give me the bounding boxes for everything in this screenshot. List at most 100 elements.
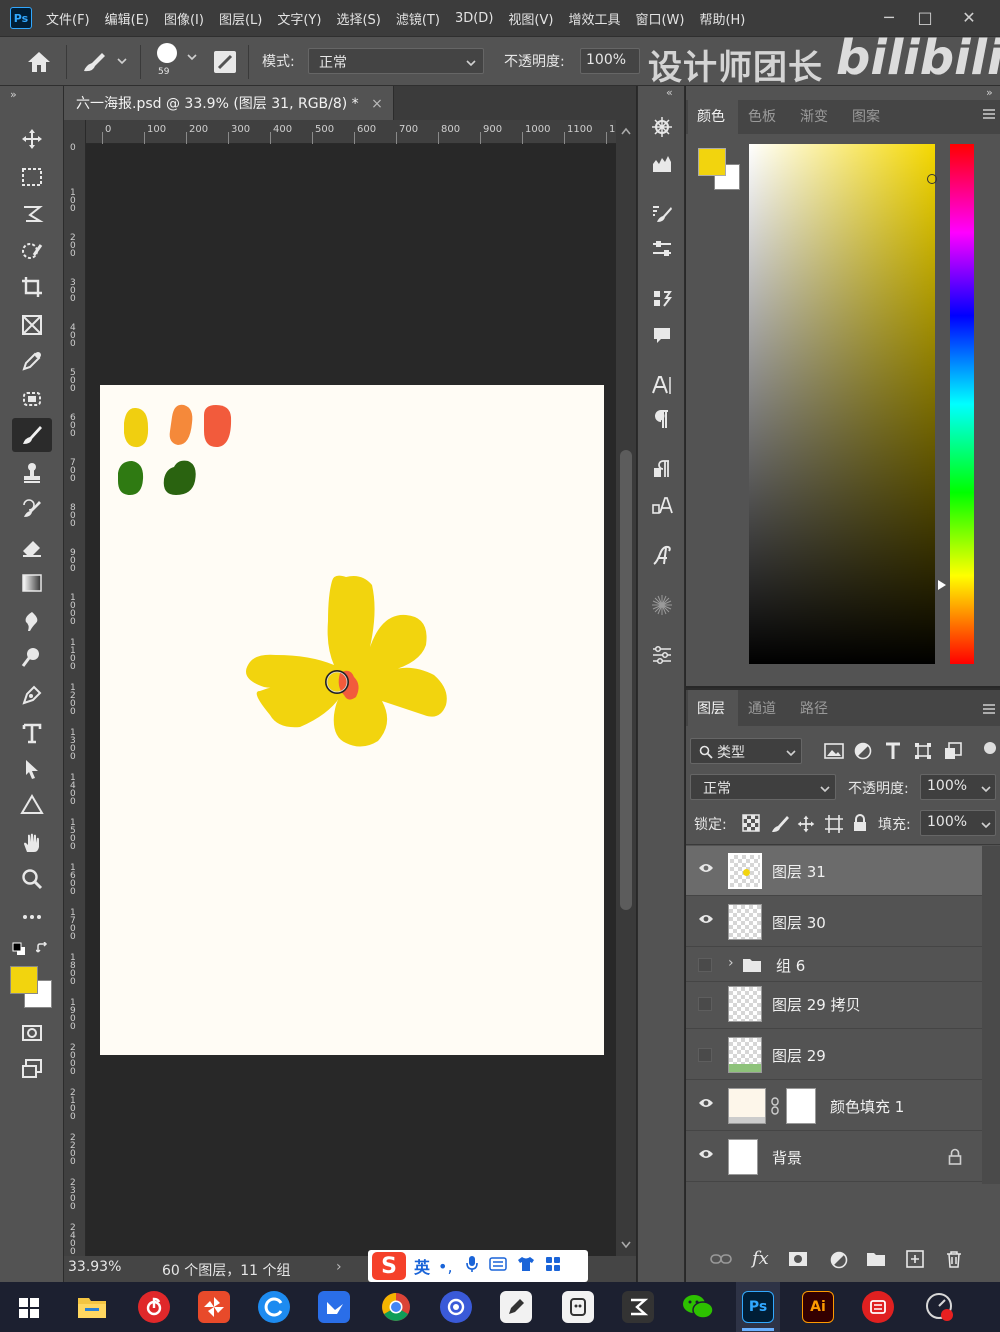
healing-tool-icon[interactable]	[12, 382, 52, 416]
panel-menu-icon[interactable]	[982, 108, 996, 124]
tab-gradients[interactable]: 渐变	[800, 106, 828, 126]
scroll-up-icon[interactable]	[620, 126, 632, 136]
menu-type[interactable]: 文字(Y)	[277, 9, 321, 28]
collapse-panels-icon[interactable]: »	[986, 86, 993, 99]
brush-size-icon[interactable]	[154, 43, 180, 67]
layer-filter-select[interactable]: 类型	[690, 738, 802, 764]
punctuation-icon[interactable]: •,	[438, 1257, 453, 1276]
collapse-icon[interactable]: »	[10, 88, 17, 101]
visibility-eye-icon[interactable]	[698, 913, 714, 929]
browser-c-icon[interactable]	[258, 1291, 290, 1323]
quick-mask-icon[interactable]	[12, 1016, 52, 1050]
dodge-tool-icon[interactable]	[12, 640, 52, 674]
properties-icon[interactable]	[646, 640, 678, 670]
scroll-down-icon[interactable]	[620, 1240, 632, 1250]
filter-toggle[interactable]	[984, 742, 996, 760]
shape-tool-icon[interactable]	[12, 788, 52, 822]
chevron-down-icon[interactable]	[186, 51, 198, 63]
menu-layer[interactable]: 图层(L)	[219, 9, 262, 28]
windows-start-icon[interactable]	[18, 1297, 40, 1319]
eyedropper-tool-icon[interactable]	[12, 344, 52, 378]
vertical-ruler[interactable]: 0 100 200 300 400 500 600 700 800 900 1000 1100 1200…	[64, 120, 86, 1257]
menu-image[interactable]: 图像(I)	[164, 9, 204, 28]
taobao-icon[interactable]	[862, 1291, 894, 1323]
move-tool-icon[interactable]	[12, 122, 52, 156]
marquee-tool-icon[interactable]	[12, 160, 52, 194]
layers-menu-icon[interactable]	[982, 703, 996, 719]
horizontal-ruler[interactable]: 01002003004005006007008009001000110012	[86, 120, 622, 144]
layer-row-background[interactable]: 背景	[686, 1132, 982, 1182]
visibility-eye-icon[interactable]	[698, 1148, 714, 1164]
expand-panels-icon[interactable]: «	[666, 86, 673, 99]
app-robot-icon[interactable]	[562, 1291, 594, 1323]
menu-file[interactable]: 文件(F)	[46, 9, 90, 28]
trash-icon[interactable]	[946, 1250, 962, 1268]
character-icon[interactable]	[646, 370, 678, 400]
pen-tool-icon[interactable]	[12, 678, 52, 712]
hue-slider[interactable]	[938, 144, 974, 664]
eraser-tool-icon[interactable]	[12, 530, 52, 564]
layer-row-group-6[interactable]: › 组 6	[686, 948, 982, 982]
layer-row-31[interactable]: 图层 31	[686, 846, 982, 896]
tab-swatches[interactable]: 色板	[748, 106, 776, 126]
paragraph-icon[interactable]	[646, 404, 678, 434]
link-chain-icon[interactable]	[770, 1097, 780, 1115]
app-pinwheel-icon[interactable]	[198, 1291, 230, 1323]
new-layer-icon[interactable]	[906, 1250, 924, 1268]
blend-mode-select[interactable]: 正常	[690, 774, 836, 800]
group-expand-chevron-icon[interactable]: ›	[728, 955, 734, 971]
visibility-toggle-off[interactable]	[698, 958, 712, 972]
swap-colors-icon[interactable]	[35, 941, 50, 956]
toolbox-icon[interactable]	[545, 1256, 561, 1276]
feishu-icon[interactable]	[318, 1291, 350, 1323]
image-filter-icon[interactable]	[824, 742, 844, 760]
visibility-toggle-off[interactable]	[698, 997, 712, 1011]
shape-filter-icon[interactable]	[914, 742, 932, 760]
photoshop-taskbar-icon[interactable]: Ps	[742, 1291, 774, 1323]
character-styles-icon[interactable]	[646, 454, 678, 484]
layer-mask-thumbnail[interactable]	[786, 1088, 816, 1124]
brush-preset-icon[interactable]	[80, 49, 128, 75]
netease-music-icon[interactable]	[138, 1291, 170, 1323]
menu-window[interactable]: 窗口(W)	[635, 9, 684, 28]
layer-row-29[interactable]: 图层 29	[686, 1030, 982, 1080]
menu-plugins[interactable]: 增效工具	[568, 9, 620, 28]
hand-tool-icon[interactable]	[12, 826, 52, 860]
visibility-toggle-off[interactable]	[698, 1048, 712, 1062]
chrome-icon[interactable]	[380, 1291, 412, 1323]
more-tools-icon[interactable]	[12, 900, 52, 934]
layers-scrollbar[interactable]	[982, 846, 1000, 1184]
close-tab-icon[interactable]: ×	[371, 96, 383, 112]
brush-tool-icon[interactable]	[12, 418, 52, 452]
paragraph-styles-icon[interactable]	[646, 490, 678, 520]
home-icon[interactable]	[24, 49, 54, 75]
visibility-eye-icon[interactable]	[698, 862, 714, 878]
brush-settings-panel-icon[interactable]	[646, 198, 678, 228]
tab-channels[interactable]: 通道	[748, 698, 776, 718]
quick-select-tool-icon[interactable]	[12, 234, 52, 268]
document-canvas[interactable]	[100, 385, 604, 1055]
tab-patterns[interactable]: 图案	[852, 106, 880, 126]
shapes-icon[interactable]	[646, 590, 678, 620]
path-select-tool-icon[interactable]	[12, 752, 52, 786]
history-brush-tool-icon[interactable]	[12, 492, 52, 526]
new-group-icon[interactable]	[866, 1251, 886, 1267]
comments-icon[interactable]	[646, 320, 678, 350]
add-mask-icon[interactable]	[788, 1251, 808, 1267]
layer-row-color-fill-1[interactable]: 颜色填充 1	[686, 1081, 982, 1131]
color-field[interactable]	[749, 144, 937, 664]
wechat-icon[interactable]	[682, 1291, 714, 1323]
histogram-icon[interactable]	[646, 148, 678, 178]
browser-e-icon[interactable]	[440, 1291, 472, 1323]
tab-paths[interactable]: 路径	[800, 698, 828, 718]
type-tool-icon[interactable]	[12, 716, 52, 750]
clone-source-icon[interactable]	[646, 284, 678, 314]
menu-filter[interactable]: 滤镜(T)	[396, 9, 440, 28]
zoom-tool-icon[interactable]	[12, 862, 52, 896]
crop-tool-icon[interactable]	[12, 270, 52, 304]
type-filter-icon[interactable]	[884, 742, 902, 760]
mode-select[interactable]: 正常	[308, 48, 484, 74]
screen-recorder-icon[interactable]	[924, 1291, 956, 1323]
chevron-right-icon[interactable]: ›	[336, 1259, 342, 1275]
menu-select[interactable]: 选择(S)	[336, 9, 380, 28]
